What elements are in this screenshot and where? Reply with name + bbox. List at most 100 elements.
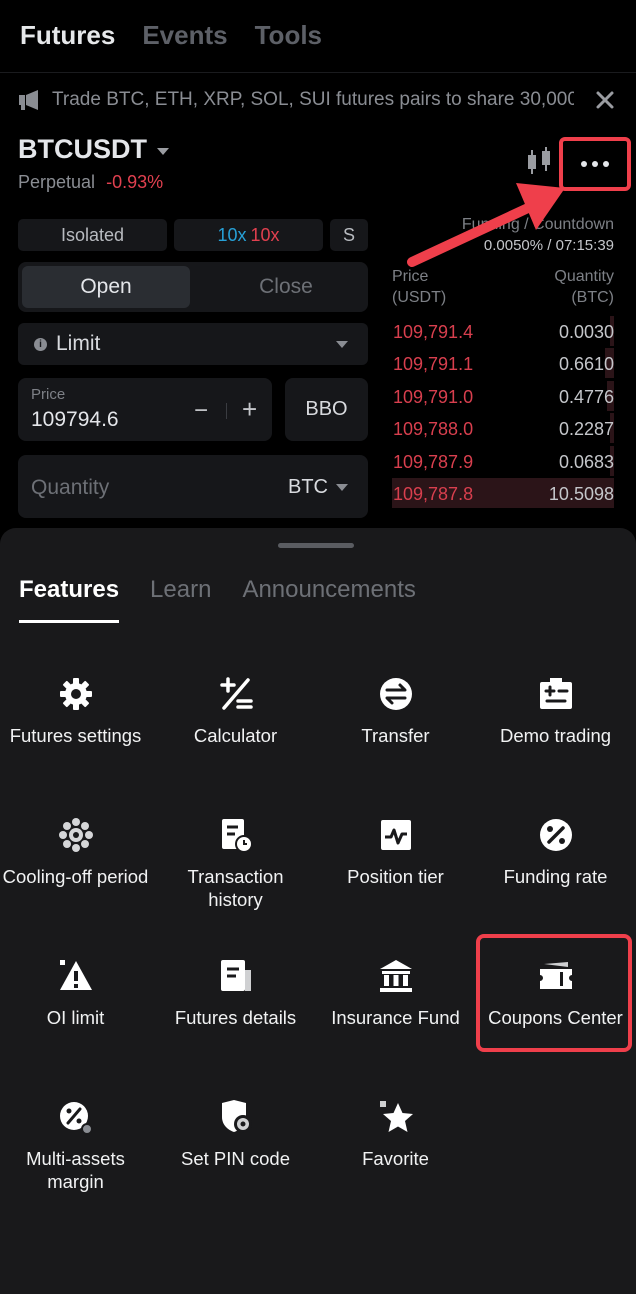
feature-transaction-history[interactable]: Transaction history <box>156 817 315 927</box>
active-tab-indicator <box>19 620 119 623</box>
feature-bank[interactable]: Insurance Fund <box>316 958 475 1068</box>
ask-quantity: 0.2287 <box>558 419 614 440</box>
multi-assets-icon <box>60 1102 93 1135</box>
ask-price: 109,791.4 <box>393 322 474 342</box>
feature-label: Set PIN code <box>180 1148 290 1169</box>
leverage-button[interactable]: 10x 10x <box>174 219 323 251</box>
megaphone-icon <box>19 90 38 110</box>
position-mode-label: S <box>342 224 355 245</box>
orderbook-row[interactable]: 109,791.1 0.6610 <box>392 348 614 379</box>
ask-price: 109,791.0 <box>393 386 474 407</box>
feature-label: Calculator <box>193 725 278 746</box>
tab-tools[interactable]: Tools <box>255 20 322 51</box>
demo-trading-icon <box>540 678 572 709</box>
feature-star[interactable]: Favorite <box>316 1099 475 1209</box>
order-type-select[interactable]: i Limit <box>18 323 368 365</box>
chevron-down-icon <box>157 147 169 155</box>
tab-futures[interactable]: Futures <box>20 20 115 51</box>
feature-label: OI limit <box>46 1007 105 1028</box>
close-tab[interactable]: Close <box>208 266 364 308</box>
ask-price: 109,787.9 <box>393 451 474 472</box>
feature-cooling-off[interactable]: Cooling-off period <box>0 817 155 927</box>
feature-gear[interactable]: Futures settings <box>0 676 155 786</box>
pair-symbol: BTCUSDT <box>18 134 147 164</box>
announcement-text: Trade BTC, ETH, XRP, SOL, SUI futures pa… <box>52 89 574 110</box>
feature-document[interactable]: Futures details <box>156 958 315 1068</box>
ask-price: 109,788.0 <box>393 419 474 440</box>
info-icon[interactable]: i <box>34 337 47 351</box>
funding-rate-icon <box>540 819 572 851</box>
more-dot-icon <box>581 161 587 167</box>
price-input[interactable]: Price 109794.6 − + <box>18 378 272 441</box>
chevron-down-icon <box>336 484 348 491</box>
feature-demo-trading[interactable]: Demo trading <box>476 676 635 786</box>
orderbook-row[interactable]: 109,791.4 0.0030 <box>392 316 614 346</box>
contract-type: Perpetual <box>18 172 96 192</box>
tab-announcements[interactable]: Announcements <box>242 576 415 604</box>
decrease-price-button[interactable]: − <box>194 397 208 425</box>
orderbook-quantity-header: Quantity (BTC) <box>554 268 614 306</box>
tab-learn[interactable]: Learn <box>150 576 211 604</box>
document-icon <box>221 960 251 991</box>
feature-label: Insurance Fund <box>331 1007 460 1028</box>
header-divider <box>0 72 636 73</box>
feature-label: Multi-assets margin <box>26 1148 125 1192</box>
feature-label: Favorite <box>362 1148 429 1169</box>
short-leverage: 10x <box>250 224 280 245</box>
ask-quantity: 10.5098 <box>548 484 614 504</box>
margin-mode-button[interactable]: Isolated <box>18 219 167 251</box>
feature-label: Demo trading <box>499 725 612 746</box>
orderbook-row[interactable]: 109,788.0 0.2287 <box>392 413 614 444</box>
feature-transfer[interactable]: Transfer <box>316 676 475 786</box>
more-dot-icon <box>592 161 598 167</box>
close-icon[interactable] <box>594 89 616 111</box>
feature-funding-rate[interactable]: Funding rate <box>476 817 635 927</box>
star-icon <box>380 1101 413 1132</box>
orderbook-row[interactable]: 109,787.9 0.0683 <box>392 445 614 476</box>
ask-quantity: 0.0683 <box>558 451 614 472</box>
more-dot-icon <box>603 161 609 167</box>
feature-multi-assets[interactable]: Multi-assets margin <box>0 1099 155 1209</box>
chevron-down-icon <box>336 341 348 348</box>
sheet-tabs: Features Learn Announcements <box>19 576 416 604</box>
orderbook-row[interactable]: 109,791.0 0.4776 <box>392 380 614 411</box>
position-tier-icon <box>381 820 411 850</box>
feature-position-tier[interactable]: Position tier <box>316 817 475 927</box>
top-tabs: Futures Events Tools <box>20 20 322 51</box>
price-change: -0.93% <box>106 172 164 192</box>
pair-selector[interactable]: BTCUSDT <box>18 134 169 165</box>
ask-price: 109,791.1 <box>393 354 474 375</box>
tab-events[interactable]: Events <box>142 20 227 51</box>
bank-icon <box>380 960 412 992</box>
warning-icon <box>60 960 92 990</box>
sheet-drag-handle[interactable] <box>278 543 354 548</box>
announcement-bar[interactable]: Trade BTC, ETH, XRP, SOL, SUI futures pa… <box>18 86 616 114</box>
feature-label: Position tier <box>347 866 444 887</box>
order-type-label: Limit <box>56 332 101 355</box>
open-tab[interactable]: Open <box>22 266 190 308</box>
annotation-arrow-icon <box>407 183 565 267</box>
feature-calculator[interactable]: Calculator <box>156 676 315 786</box>
orderbook-row[interactable]: 109,787.8 10.5098 <box>392 478 614 508</box>
quantity-input[interactable]: Quantity BTC <box>18 455 368 518</box>
quantity-unit[interactable]: BTC <box>288 476 328 499</box>
price-label: Price <box>31 386 66 403</box>
increase-price-button[interactable]: + <box>242 394 257 425</box>
feature-label: Transfer <box>361 725 430 746</box>
ask-price: 109,787.8 <box>393 484 474 504</box>
candlestick-chart-icon[interactable] <box>525 146 553 176</box>
price-value[interactable]: 109794.6 <box>31 408 119 432</box>
bbo-button[interactable]: BBO <box>285 378 368 441</box>
feature-label: Funding rate <box>503 866 608 887</box>
feature-warning[interactable]: OI limit <box>0 958 155 1068</box>
feature-shield-gear[interactable]: Set PIN code <box>156 1099 315 1209</box>
open-close-toggle: Open Close <box>18 262 368 312</box>
ask-quantity: 0.6610 <box>558 354 614 375</box>
feature-label: Futures details <box>174 1007 297 1028</box>
transaction-history-icon <box>222 819 253 853</box>
position-mode-button[interactable]: S <box>330 219 368 251</box>
shield-gear-icon <box>222 1100 252 1133</box>
tab-features[interactable]: Features <box>19 576 119 604</box>
ask-quantity: 0.4776 <box>558 386 614 407</box>
orderbook-price-header: Price (USDT) <box>392 268 447 306</box>
